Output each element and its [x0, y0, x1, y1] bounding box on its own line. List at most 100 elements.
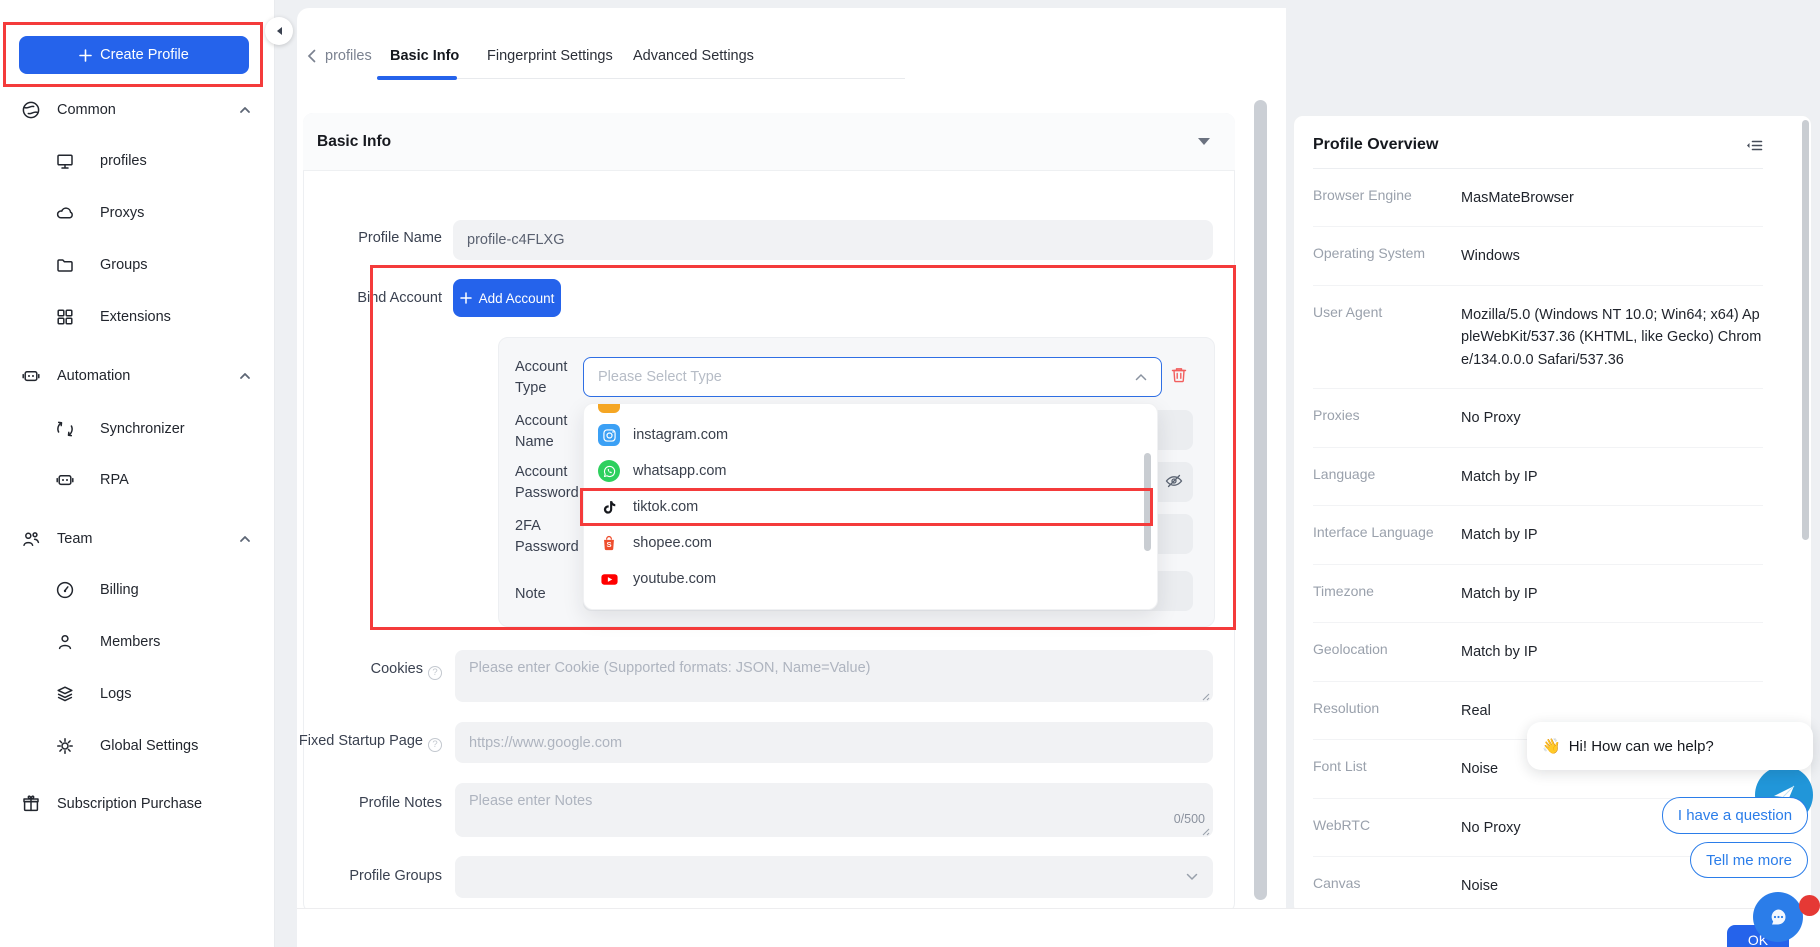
delete-account-icon[interactable]	[1169, 365, 1189, 385]
chevron-left-icon	[307, 49, 316, 63]
sidebar-item-members[interactable]: Members	[0, 622, 275, 662]
sidebar-item-profiles[interactable]: profiles	[0, 141, 275, 181]
sidebar-item-proxys[interactable]: Proxys	[0, 193, 275, 233]
plus-icon	[460, 292, 472, 304]
back-profiles-link[interactable]: profiles	[307, 48, 372, 64]
robot-icon	[55, 470, 75, 490]
dropdown-option-partial[interactable]	[584, 404, 1157, 417]
profile-name-input[interactable]	[453, 220, 1213, 260]
chat-greeting-bubble: 👋 Hi! How can we help?	[1527, 722, 1813, 770]
overview-row: User AgentMozilla/5.0 (Windows NT 10.0; …	[1313, 286, 1763, 389]
dropdown-option-youtube[interactable]: youtube.com	[584, 561, 1157, 597]
collapse-caret-icon[interactable]	[1198, 138, 1210, 145]
account-type-select[interactable]: Please Select Type	[583, 357, 1162, 397]
dropdown-scrollbar[interactable]	[1144, 453, 1151, 551]
cookies-label: Cookies	[267, 661, 442, 680]
sidebar-section-team[interactable]: Team	[0, 519, 275, 559]
account-type-label: Account Type	[515, 357, 587, 399]
collapse-left-icon	[275, 26, 283, 36]
help-icon	[428, 738, 442, 752]
dropdown-option-shopee[interactable]: S shopee.com	[584, 525, 1157, 561]
add-account-button[interactable]: Add Account	[453, 279, 561, 317]
startup-page-input[interactable]	[455, 722, 1213, 763]
sidebar-item-synchronizer[interactable]: Synchronizer	[0, 409, 275, 449]
cookies-textarea[interactable]	[455, 650, 1213, 702]
sidebar-item-label: RPA	[100, 472, 129, 488]
sidebar-section-label: Common	[57, 102, 116, 118]
gauge-icon	[55, 580, 75, 600]
sidebar-section-automation[interactable]: Automation	[0, 356, 275, 396]
person-icon	[55, 632, 75, 652]
back-link-label: profiles	[325, 48, 372, 64]
chat-launcher[interactable]	[1753, 892, 1803, 942]
basic-info-title: Basic Info	[317, 133, 391, 151]
sidebar-collapse-toggle[interactable]	[265, 17, 293, 45]
monitor-icon	[55, 151, 75, 171]
tab-advanced-settings[interactable]: Advanced Settings	[633, 48, 754, 64]
youtube-icon	[598, 568, 620, 590]
chevron-up-icon	[1135, 373, 1147, 381]
create-profile-button[interactable]: Create Profile	[19, 36, 249, 74]
chevron-up-icon	[239, 370, 251, 382]
chat-bubble-icon	[1767, 906, 1789, 928]
overview-row: Operating SystemWindows	[1313, 227, 1763, 285]
dropdown-option-tiktok[interactable]: tiktok.com	[584, 489, 1157, 525]
shopee-icon: S	[598, 532, 620, 554]
sidebar-item-label: Global Settings	[100, 738, 198, 754]
svg-text:S: S	[606, 540, 611, 549]
sidebar-item-label: Groups	[100, 257, 148, 273]
overview-row: Interface LanguageMatch by IP	[1313, 506, 1763, 564]
note-label: Note	[515, 584, 587, 605]
dropdown-option-whatsapp[interactable]: whatsapp.com	[584, 453, 1157, 489]
sidebar-item-rpa[interactable]: RPA	[0, 460, 275, 500]
wave-emoji-icon: 👋	[1542, 737, 1561, 755]
sidebar-item-label: Proxys	[100, 205, 144, 221]
profile-notes-textarea[interactable]	[455, 783, 1213, 837]
sidebar-section-label: Team	[57, 531, 92, 547]
globe-icon	[21, 100, 41, 120]
overview-row: ProxiesNo Proxy	[1313, 389, 1763, 447]
dropdown-option-instagram[interactable]: instagram.com	[584, 417, 1157, 453]
account-password-label: Account Password	[515, 462, 587, 504]
tiktok-icon	[598, 496, 620, 518]
main-scrollbar[interactable]	[1254, 100, 1267, 900]
sidebar-item-label: Subscription Purchase	[57, 796, 202, 812]
sidebar-section-common[interactable]: Common	[0, 90, 275, 130]
resize-handle-icon[interactable]	[1200, 826, 1210, 836]
tab-fingerprint-settings[interactable]: Fingerprint Settings	[487, 48, 613, 64]
team-icon	[21, 529, 41, 549]
overview-row: LanguageMatch by IP	[1313, 448, 1763, 506]
chat-question-button[interactable]: I have a question	[1662, 797, 1808, 834]
chat-more-button[interactable]: Tell me more	[1690, 842, 1808, 878]
sidebar-item-subscription-purchase[interactable]: Subscription Purchase	[0, 784, 275, 824]
overview-row: TimezoneMatch by IP	[1313, 565, 1763, 623]
plus-icon	[79, 49, 92, 62]
sidebar: Create Profile Common profiles Proxys Gr…	[0, 0, 275, 947]
bind-account-label: Bind Account	[267, 290, 442, 306]
sidebar-item-groups[interactable]: Groups	[0, 245, 275, 285]
gear-icon	[55, 736, 75, 756]
startup-page-label: Fixed Startup Page	[247, 733, 442, 752]
sidebar-item-global-settings[interactable]: Global Settings	[0, 726, 275, 766]
sidebar-item-logs[interactable]: Logs	[0, 674, 275, 714]
instagram-icon	[598, 424, 620, 446]
basic-info-card-header[interactable]	[303, 113, 1235, 171]
chevron-up-icon	[239, 533, 251, 545]
sidebar-item-billing[interactable]: Billing	[0, 570, 275, 610]
overview-scrollbar[interactable]	[1802, 120, 1809, 540]
eye-slash-icon[interactable]	[1164, 471, 1184, 491]
grid-icon	[55, 307, 75, 327]
sidebar-item-label: profiles	[100, 153, 147, 169]
tab-basic-info[interactable]: Basic Info	[390, 48, 459, 64]
resize-handle-icon[interactable]	[1200, 691, 1210, 701]
profile-name-label: Profile Name	[267, 230, 442, 246]
sidebar-item-extensions[interactable]: Extensions	[0, 297, 275, 337]
cloud-icon	[55, 203, 75, 223]
folder-icon	[55, 255, 75, 275]
profile-groups-label: Profile Groups	[267, 868, 442, 884]
account-type-placeholder: Please Select Type	[598, 369, 722, 385]
collapse-panel-icon[interactable]	[1746, 138, 1763, 153]
profile-groups-select[interactable]	[455, 856, 1213, 898]
profile-overview-panel: Profile Overview Browser EngineMasMateBr…	[1293, 115, 1812, 915]
gift-icon	[21, 794, 41, 814]
